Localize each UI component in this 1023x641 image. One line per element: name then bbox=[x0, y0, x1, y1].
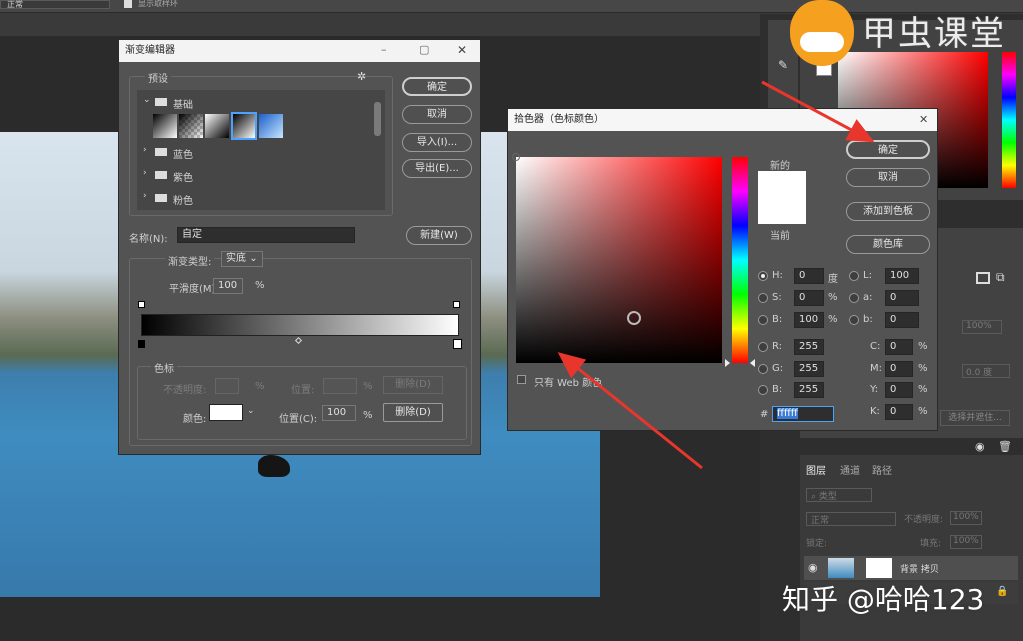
annotation-arrows bbox=[557, 80, 875, 470]
arrow-to-color-field bbox=[557, 352, 703, 470]
arrow-to-ok bbox=[761, 80, 875, 143]
